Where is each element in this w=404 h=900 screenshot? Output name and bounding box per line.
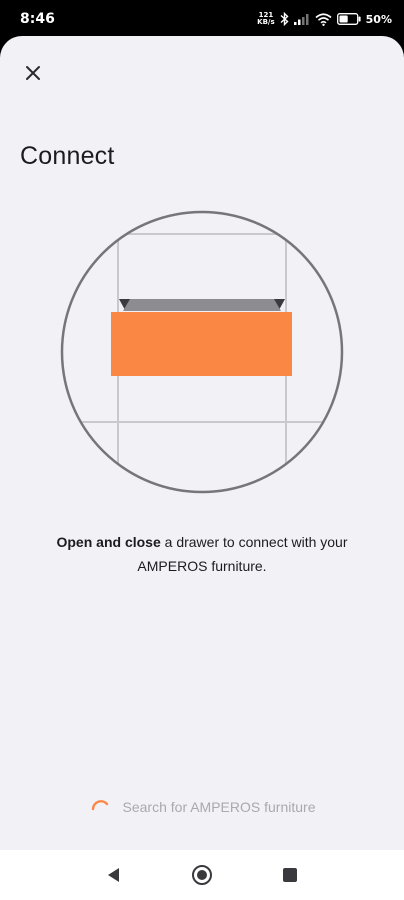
network-speed-unit: KB/s bbox=[257, 18, 275, 26]
loading-spinner-icon bbox=[91, 800, 108, 811]
instruction-bold-close: close bbox=[124, 534, 161, 550]
status-bar: 8:46 121 KB/s 50% bbox=[0, 0, 404, 38]
network-speed: 121 KB/s bbox=[257, 12, 274, 26]
back-triangle-icon bbox=[108, 868, 119, 882]
drawer-front bbox=[111, 312, 292, 376]
close-icon bbox=[26, 66, 40, 80]
close-button[interactable] bbox=[18, 58, 48, 88]
battery-percent-value: 50 bbox=[365, 12, 381, 26]
bluetooth-icon bbox=[280, 12, 289, 26]
search-status: Search for AMPEROS furniture bbox=[0, 792, 404, 822]
drawer-illustration bbox=[60, 210, 344, 494]
search-status-label: Search for AMPEROS furniture bbox=[122, 799, 316, 815]
instruction-rest: a drawer to connect with your AMPEROS fu… bbox=[137, 534, 348, 574]
cabinet-drawing bbox=[62, 233, 342, 492]
back-button[interactable] bbox=[102, 863, 126, 887]
instruction-text: Open and close a drawer to connect with … bbox=[20, 530, 384, 578]
battery-percent: 50% bbox=[365, 12, 392, 26]
home-button[interactable] bbox=[190, 863, 214, 887]
wifi-icon bbox=[315, 12, 332, 26]
page-title: Connect bbox=[20, 142, 115, 170]
battery-icon bbox=[336, 13, 361, 25]
status-icons: 121 KB/s 50% bbox=[257, 9, 392, 29]
home-circle-icon bbox=[192, 865, 212, 885]
signal-icon bbox=[293, 13, 310, 25]
connect-sheet: Connect Open and close a drawer to conne… bbox=[0, 36, 404, 850]
system-nav-bar bbox=[0, 850, 404, 900]
instruction-bold-open: Open bbox=[56, 534, 93, 550]
recents-square-icon bbox=[283, 868, 297, 882]
recents-button[interactable] bbox=[278, 863, 302, 887]
instruction-bold-and: and bbox=[92, 534, 125, 550]
status-time: 8:46 bbox=[20, 11, 55, 27]
